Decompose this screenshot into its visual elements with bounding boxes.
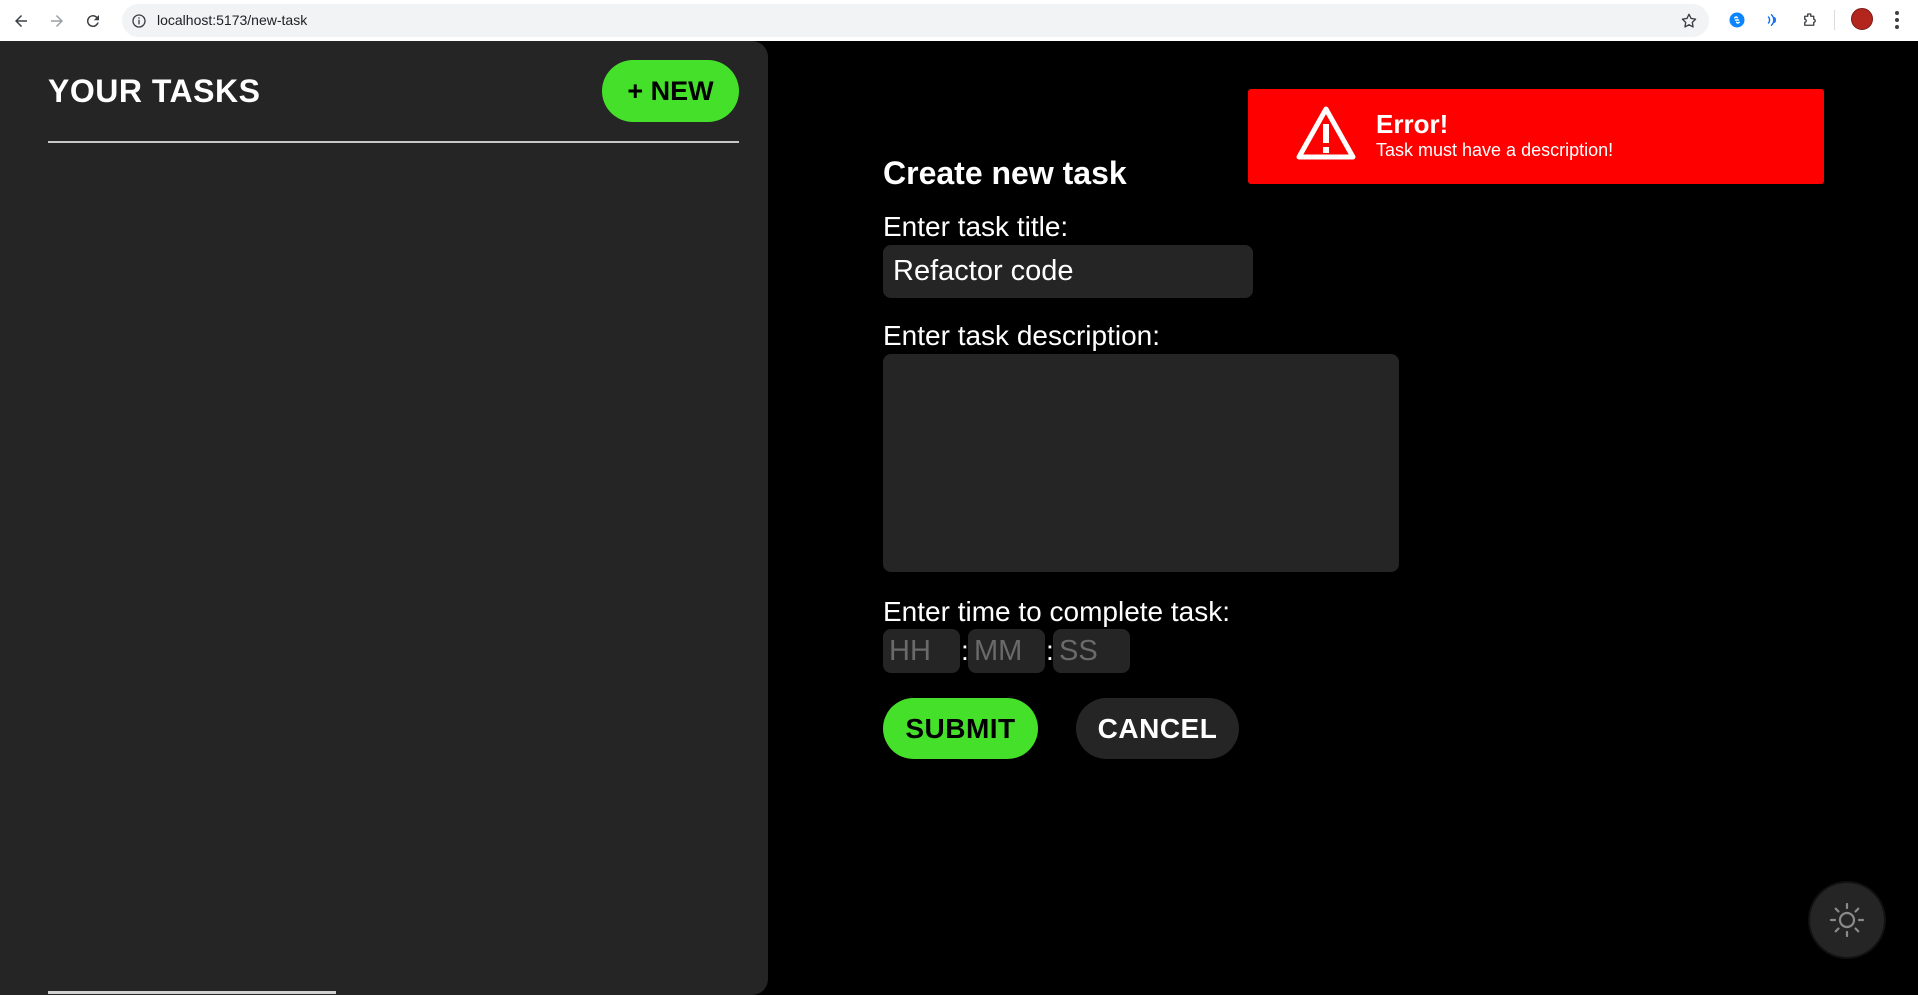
arrow-left-icon[interactable] <box>6 6 36 36</box>
cancel-button[interactable]: CANCEL <box>1076 698 1239 759</box>
toast-title: Error! <box>1376 109 1449 139</box>
sidebar-scroll-indicator <box>48 991 336 994</box>
title-label: Enter task title: <box>883 211 1069 242</box>
minutes-input[interactable] <box>968 629 1045 673</box>
hours-input[interactable] <box>883 629 960 673</box>
toast-message: Task must have a description! <box>1376 140 1614 160</box>
error-toast: Error! Task must have a description! <box>1248 89 1824 184</box>
address-bar[interactable]: localhost:5173/new-task <box>122 4 1709 37</box>
arrow-right-icon[interactable] <box>42 6 72 36</box>
task-sidebar: YOUR TASKS + NEW <box>0 41 768 995</box>
submit-button[interactable]: SUBMIT <box>883 698 1038 759</box>
kebab-menu-icon[interactable] <box>1886 8 1908 32</box>
browser-toolbar: localhost:5173/new-task <box>0 0 1918 41</box>
form-heading: Create new task <box>883 155 1127 191</box>
shazam-extension-icon[interactable] <box>1724 7 1750 33</box>
reload-icon[interactable] <box>78 6 108 36</box>
seconds-input[interactable] <box>1053 629 1130 673</box>
sidebar-title: YOUR TASKS <box>48 73 261 109</box>
warning-triangle-icon <box>1296 106 1356 160</box>
profile-avatar[interactable] <box>1851 8 1873 30</box>
task-description-textarea[interactable] <box>883 354 1399 572</box>
url-text[interactable]: localhost:5173/new-task <box>157 12 307 28</box>
read-aloud-extension-icon[interactable] <box>1760 7 1786 33</box>
star-icon[interactable] <box>1679 11 1699 31</box>
task-title-input[interactable] <box>883 245 1253 298</box>
new-task-button[interactable]: + NEW <box>602 60 739 122</box>
puzzle-extensions-icon[interactable] <box>1797 7 1823 33</box>
toolbar-divider <box>1834 10 1835 30</box>
time-label: Enter time to complete task: <box>883 596 1231 627</box>
sidebar-divider <box>48 141 739 143</box>
description-label: Enter task description: <box>883 320 1161 351</box>
sun-icon <box>1829 902 1865 938</box>
theme-toggle-button[interactable] <box>1808 881 1886 959</box>
info-icon[interactable] <box>130 12 148 30</box>
